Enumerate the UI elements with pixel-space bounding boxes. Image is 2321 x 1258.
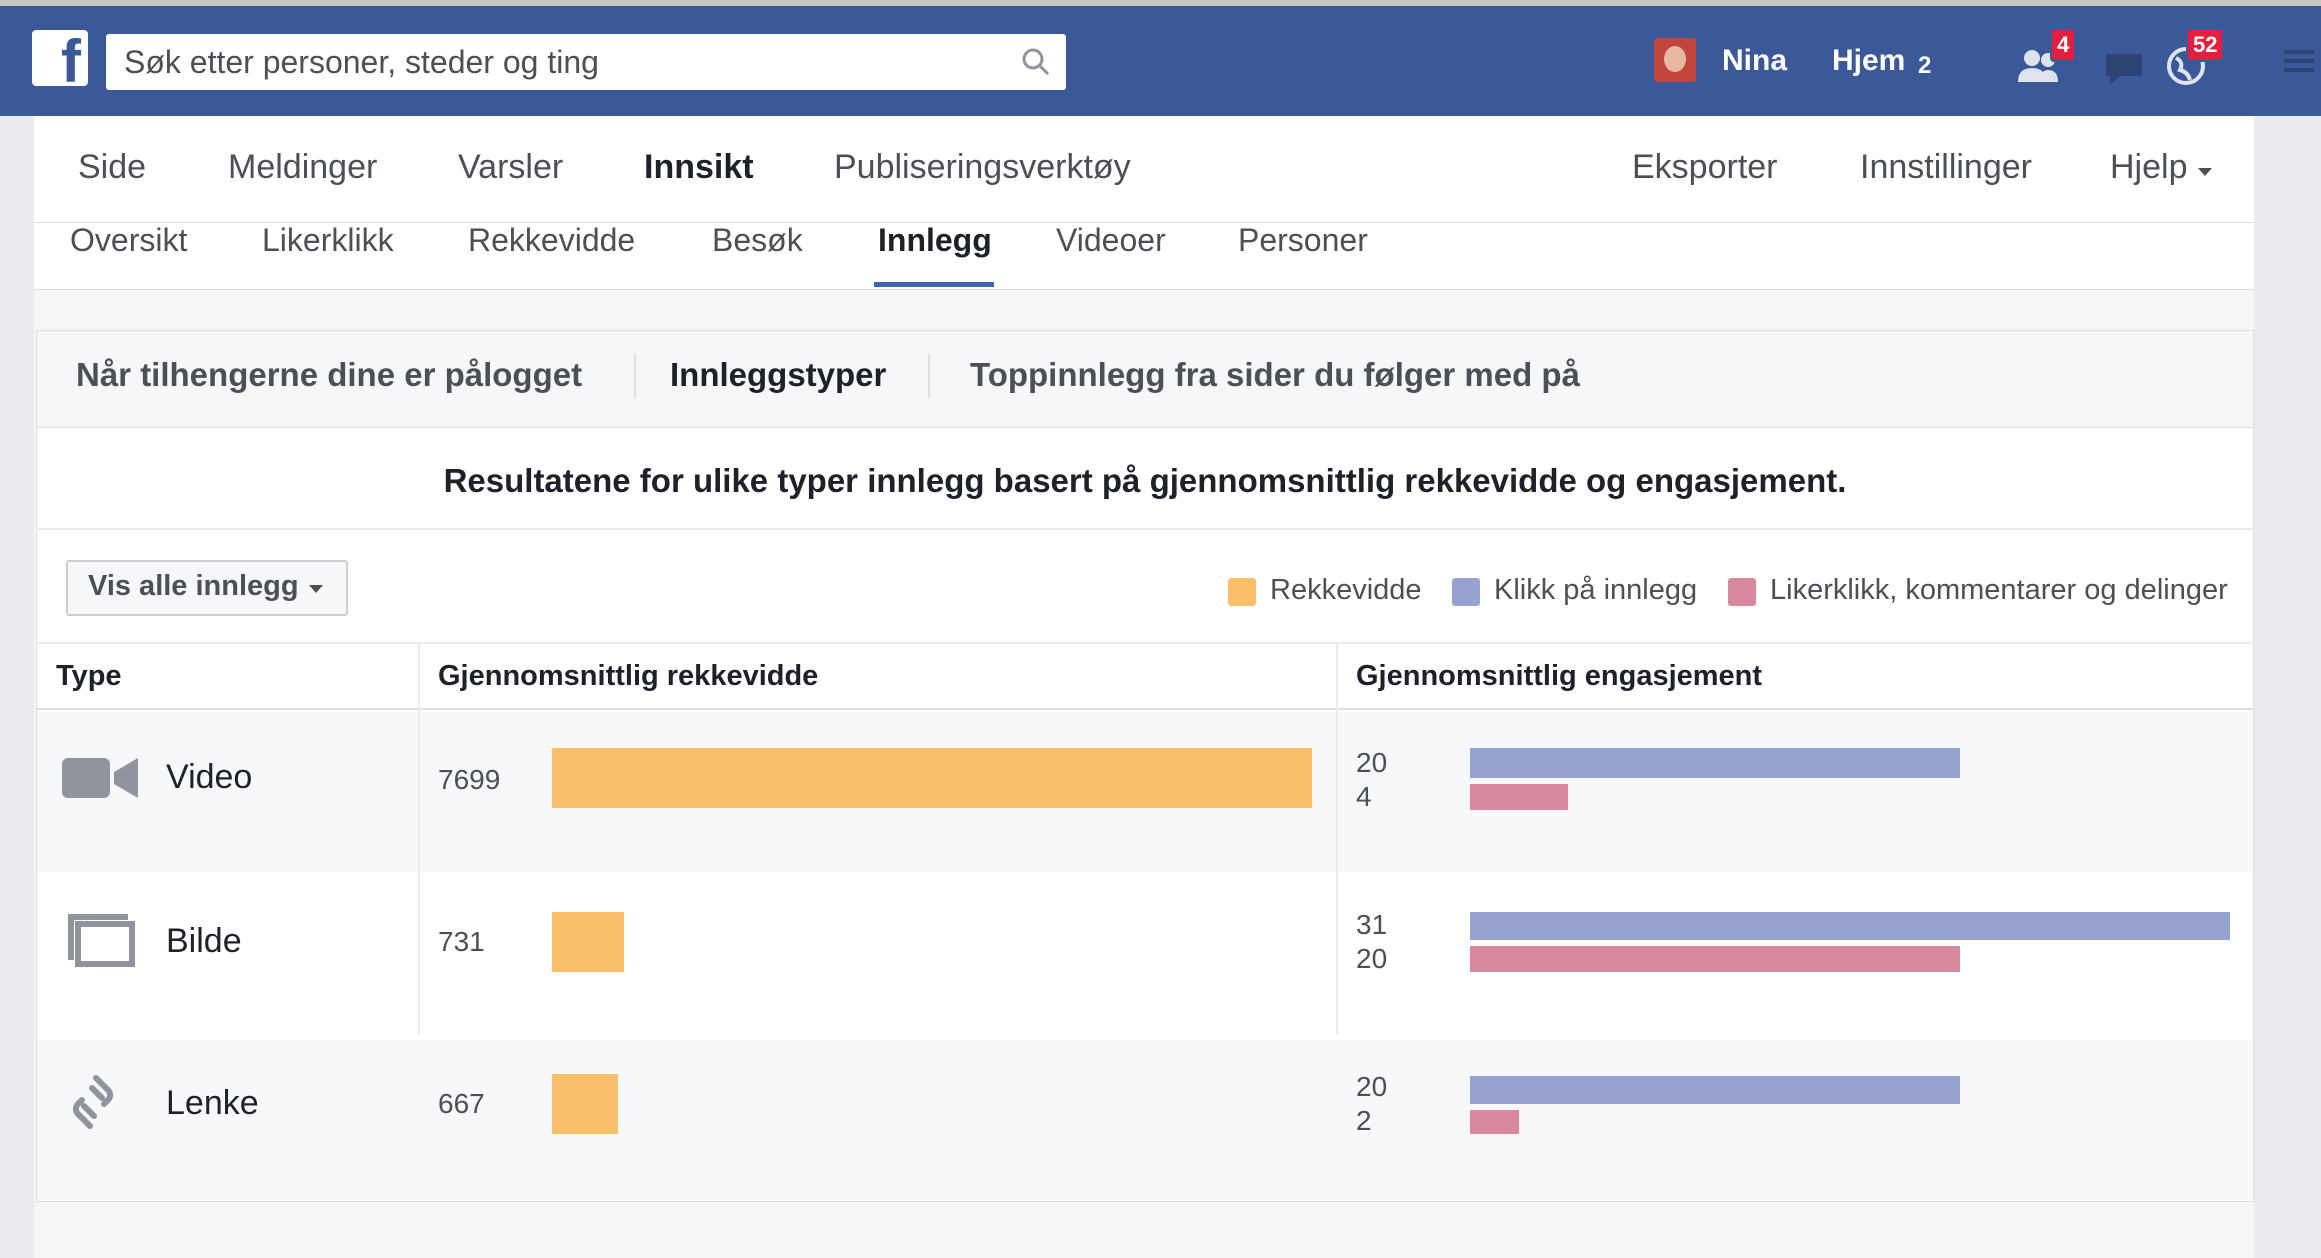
column-divider (418, 644, 420, 1034)
bottom-area (36, 1202, 2254, 1258)
active-tab-underline (874, 282, 994, 287)
results-description: Resultatene for ulike typer innlegg base… (443, 462, 1847, 499)
tab-post-types[interactable]: Innleggstyper (670, 356, 886, 394)
row-reach-value: 731 (438, 926, 485, 957)
column-divider (1336, 644, 1338, 1034)
notifications-badge: 52 (2186, 28, 2225, 62)
table-row (37, 1040, 2253, 1200)
column-header-type: Type (56, 660, 122, 692)
nav-notifications[interactable]: Varsler (458, 148, 563, 187)
reach-bar (552, 912, 625, 972)
row-engagement-value: 2 (1356, 1105, 1372, 1136)
reach-bar (552, 1074, 618, 1134)
legend-engagement-label: Likerklikk, kommentarer og delinger (1770, 574, 2228, 606)
row-type-label: Bilde (166, 922, 242, 960)
subnav-videos[interactable]: Videoer (1056, 222, 1166, 259)
video-icon (62, 758, 138, 798)
link-icon (72, 1075, 114, 1129)
column-header-avg-engagement: Gjennomsnittlig engasjement (1356, 660, 1763, 692)
friend-requests-badge: 4 (2050, 28, 2077, 62)
nav-export[interactable]: Eksporter (1632, 148, 1778, 187)
legend-reach-swatch (1228, 578, 1256, 606)
reach-bar (552, 748, 1312, 808)
nav-settings[interactable]: Innstillinger (1860, 148, 2032, 187)
row-reach-value: 667 (438, 1088, 485, 1119)
search-box[interactable] (106, 34, 1066, 90)
home-count: 2 (1918, 52, 1932, 79)
row-clicks-value: 20 (1356, 1071, 1388, 1102)
facebook-logo[interactable]: f (32, 30, 88, 92)
nav-insights[interactable]: Innsikt (644, 148, 754, 187)
divider (36, 528, 2254, 530)
row-clicks-value: 20 (1356, 747, 1388, 778)
engagement-bar (1470, 784, 1569, 810)
chevron-down-icon (309, 585, 323, 593)
subnav-reach[interactable]: Rekkevidde (468, 222, 635, 259)
clicks-bar (1470, 1076, 1961, 1104)
subnav-people[interactable]: Personer (1238, 222, 1368, 259)
subnav-visits[interactable]: Besøk (712, 222, 803, 259)
subnav-likes[interactable]: Likerklikk (262, 222, 394, 259)
column-header-avg-reach: Gjennomsnittlig rekkevidde (438, 660, 819, 692)
messages-icon[interactable] (2096, 40, 2152, 96)
legend-reach-label: Rekkevidde (1270, 574, 1422, 606)
user-name-link[interactable]: Nina (1722, 44, 1787, 78)
photo-icon (68, 914, 135, 967)
divider (36, 708, 2254, 710)
divider (36, 642, 2254, 644)
clicks-bar (1470, 748, 1961, 778)
nav-help[interactable]: Hjelp (2110, 148, 2187, 187)
subnav-posts[interactable]: Innlegg (878, 222, 992, 259)
nav-publishing-tools[interactable]: Publiseringsverktøy (834, 148, 1131, 187)
legend-engagement-swatch (1728, 578, 1756, 606)
dropdown-label: Vis alle innlegg (88, 570, 299, 602)
engagement-bar (1470, 946, 1961, 972)
legend-clicks-label: Klikk på innlegg (1494, 574, 1698, 606)
row-clicks-value: 31 (1356, 909, 1388, 940)
tab-divider (634, 354, 636, 398)
row-reach-value: 7699 (438, 764, 501, 795)
row-type-label: Video (166, 758, 253, 796)
tab-when-fans-online[interactable]: Når tilhengerne dine er pålogget (76, 356, 582, 394)
tab-divider (928, 354, 930, 398)
home-link[interactable]: Hjem (1832, 44, 1905, 78)
subnav-overview[interactable]: Oversikt (70, 222, 187, 259)
row-type-label: Lenke (166, 1084, 259, 1122)
nav-messages[interactable]: Meldinger (228, 148, 377, 187)
avatar[interactable] (1654, 38, 1696, 82)
row-engagement-value: 4 (1356, 781, 1372, 812)
nav-side[interactable]: Side (78, 148, 146, 187)
engagement-bar (1470, 1110, 1520, 1134)
row-engagement-value: 20 (1356, 943, 1388, 974)
show-posts-dropdown[interactable]: Vis alle innlegg (66, 560, 348, 616)
legend-clicks-swatch (1452, 578, 1480, 606)
search-input[interactable] (106, 34, 986, 90)
clicks-bar (1470, 912, 2230, 940)
tab-top-posts[interactable]: Toppinnlegg fra sider du følger med på (970, 356, 1580, 394)
search-icon[interactable] (1020, 46, 1052, 78)
menu-icon[interactable] (2284, 48, 2314, 74)
chevron-down-icon[interactable] (2196, 166, 2214, 178)
